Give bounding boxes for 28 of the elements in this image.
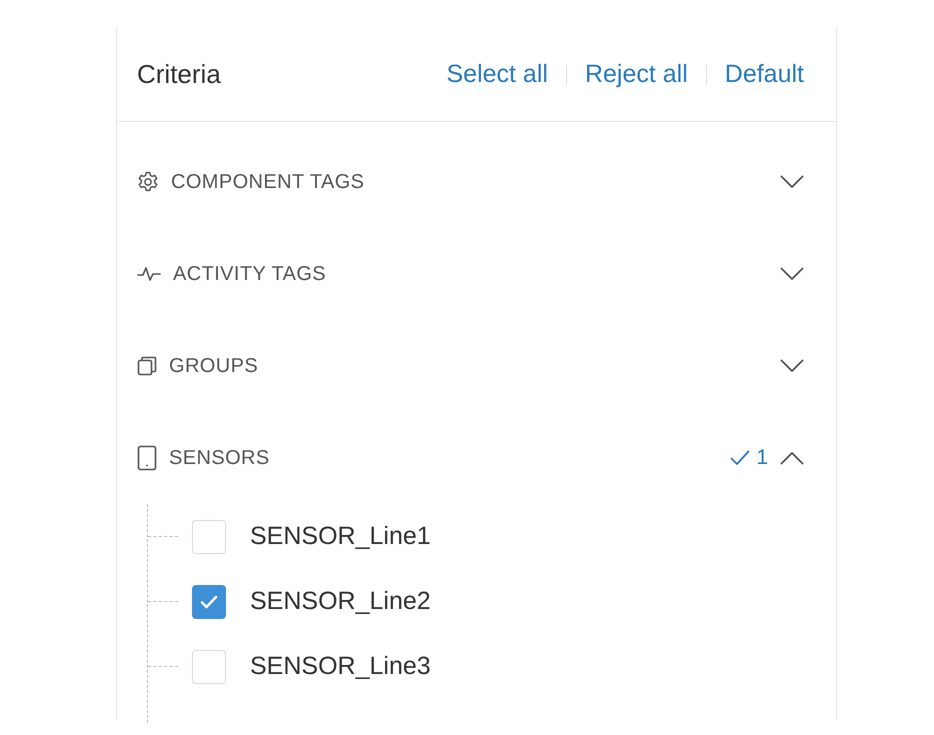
panel-title: Criteria	[137, 58, 221, 91]
checkbox[interactable]	[192, 520, 226, 554]
checkbox-label[interactable]: SENSOR_Line3	[250, 648, 431, 686]
chevron-down-icon[interactable]	[780, 359, 804, 373]
checkbox[interactable]	[192, 650, 226, 684]
checkbox[interactable]	[192, 584, 226, 618]
chevron-down-icon[interactable]	[780, 267, 804, 281]
action-link[interactable]: Reject all	[584, 56, 688, 94]
section-toggle[interactable]: ACTIVITY TAGS	[137, 259, 326, 289]
section-toggle[interactable]: GROUPS	[137, 351, 258, 381]
check-icon	[730, 450, 750, 466]
action-link[interactable]: Select all	[446, 56, 548, 94]
gear-icon	[137, 171, 159, 193]
tree-branch-line	[148, 666, 178, 667]
section-toggle[interactable]: COMPONENT TAGS	[137, 167, 364, 197]
section-toggle[interactable]: SENSORS	[137, 443, 270, 473]
chevron-up-icon[interactable]	[780, 451, 804, 465]
checkbox-label[interactable]: SENSOR_Line2	[250, 582, 431, 620]
chevron-down-icon[interactable]	[780, 175, 804, 189]
action-link[interactable]: Default	[724, 56, 804, 94]
tablet-icon	[137, 445, 157, 471]
tree-branch-line	[148, 601, 178, 602]
selected-count: 1	[756, 445, 768, 472]
pulse-icon	[137, 266, 161, 282]
tree-branch-line	[148, 536, 178, 537]
stacked-squares-icon	[137, 356, 157, 376]
check-icon	[200, 594, 218, 608]
checkbox-label[interactable]: SENSOR_Line1	[250, 518, 431, 556]
